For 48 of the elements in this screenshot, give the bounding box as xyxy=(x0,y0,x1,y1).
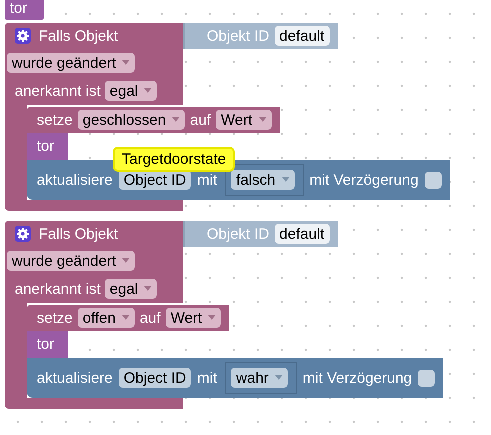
value-dropdown[interactable]: Wert xyxy=(166,308,222,328)
caret-icon xyxy=(282,177,290,183)
caret-icon xyxy=(258,117,267,123)
caret-icon xyxy=(274,375,283,381)
trigger-dropdown[interactable]: wurde geändert xyxy=(7,251,136,271)
caret-icon xyxy=(208,315,216,321)
object-id-field[interactable]: Object ID xyxy=(118,368,192,388)
caret-icon xyxy=(122,315,130,321)
delay-checkbox[interactable] xyxy=(424,172,442,188)
object-id-field[interactable]: Object ID xyxy=(118,170,192,190)
ack-dropdown[interactable]: egal xyxy=(104,279,158,299)
object-label: Objekt ID xyxy=(207,226,270,242)
caret-icon xyxy=(122,258,130,264)
ack-label: anerkannt ist xyxy=(15,280,101,298)
tor-label: tor xyxy=(37,336,55,353)
settings-icon[interactable] xyxy=(15,28,31,44)
set-label: setze xyxy=(37,112,73,128)
with-label: mit xyxy=(197,172,218,188)
delay-label: mit Verzögerung xyxy=(302,370,412,386)
object-id-field[interactable]: default xyxy=(274,224,330,244)
caret-icon xyxy=(144,286,152,292)
ack-dropdown[interactable]: egal xyxy=(104,81,158,101)
variable-dropdown[interactable]: geschlossen xyxy=(78,110,186,130)
settings-icon[interactable] xyxy=(15,226,31,242)
tor-label: tor xyxy=(37,138,55,155)
variable-dropdown[interactable]: offen xyxy=(78,308,135,328)
boolean-dropdown[interactable]: falsch xyxy=(231,170,295,190)
to-label: auf xyxy=(190,112,212,128)
caret-icon xyxy=(172,117,180,123)
block-title: Falls Objekt xyxy=(39,28,118,44)
delay-checkbox[interactable] xyxy=(418,370,436,386)
update-label: aktualisiere xyxy=(37,172,113,188)
object-label: Objekt ID xyxy=(207,28,270,44)
delay-label: mit Verzögerung xyxy=(310,172,419,188)
ack-label: anerkannt ist xyxy=(15,82,101,100)
tooltip: Targetdoorstate xyxy=(113,147,236,172)
to-label: auf xyxy=(140,310,161,326)
set-label: setze xyxy=(37,310,73,326)
block-title: Falls Objekt xyxy=(39,226,118,242)
tor-block: tor xyxy=(5,0,44,20)
object-id-field[interactable]: default xyxy=(274,26,330,46)
with-label: mit xyxy=(197,370,218,386)
update-label: aktualisiere xyxy=(37,370,113,386)
caret-icon xyxy=(144,88,152,94)
trigger-dropdown[interactable]: wurde geändert xyxy=(7,53,136,73)
value-dropdown[interactable]: Wert xyxy=(216,110,272,130)
boolean-dropdown[interactable]: wahr xyxy=(231,368,288,388)
caret-icon xyxy=(122,60,130,66)
